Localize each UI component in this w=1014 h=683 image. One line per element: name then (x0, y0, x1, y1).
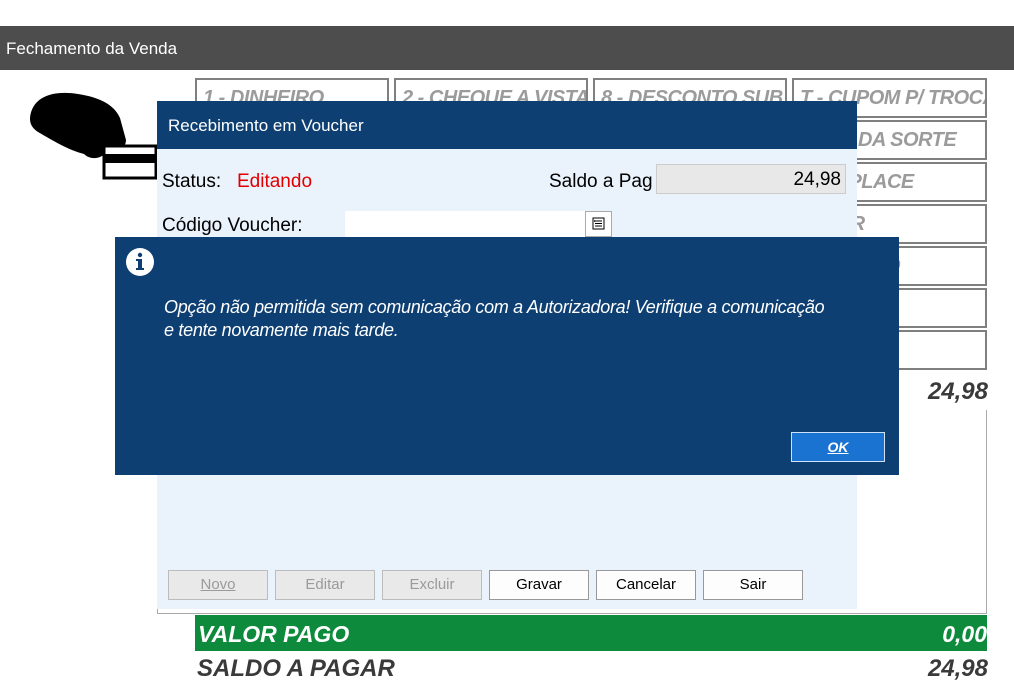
message-line-1: Opção não permitida sem comunicação com … (164, 297, 825, 317)
saldo-a-pagar-label: SALDO A PAGAR (197, 655, 395, 682)
cancelar-button[interactable]: Cancelar (596, 570, 696, 600)
sair-label: Sair (739, 576, 767, 593)
novo-button[interactable]: Novo (168, 570, 268, 600)
total-value: 24,98 (927, 378, 988, 405)
voucher-dialog-title: Recebimento em Voucher (157, 101, 857, 149)
codigo-voucher-label: Código Voucher: (162, 215, 303, 236)
list-lookup-icon (592, 217, 605, 230)
window-title: Fechamento da Venda (0, 26, 1014, 70)
valor-pago-value: 0,00 (942, 621, 987, 647)
saldo-value: 24,98 (656, 164, 846, 194)
message-line-2: e tente novamente mais tarde. (164, 320, 399, 340)
message-text: Opção não permitida sem comunicação com … (164, 296, 844, 342)
hand-payment-icon (30, 92, 158, 180)
editar-label: Editar (305, 576, 345, 593)
valor-pago-label: VALOR PAGO (198, 621, 350, 647)
status-value: Editando (237, 171, 313, 192)
editar-button[interactable]: Editar (275, 570, 375, 600)
info-icon (126, 248, 154, 276)
excluir-button[interactable]: Excluir (382, 570, 482, 600)
ok-button[interactable]: OK (791, 432, 885, 462)
status-label: Status: (162, 171, 222, 192)
excluir-label: Excluir (409, 576, 455, 593)
saldo-label: Saldo a Pag (549, 171, 653, 192)
cancelar-label: Cancelar (615, 576, 677, 593)
novo-label: Novo (200, 576, 236, 593)
codigo-voucher-input[interactable] (345, 211, 585, 237)
gravar-label: Gravar (516, 576, 562, 593)
message-box (115, 237, 899, 475)
ok-label: OK (827, 439, 849, 455)
sair-button[interactable]: Sair (703, 570, 803, 600)
voucher-lookup-button[interactable] (585, 211, 612, 237)
saldo-a-pagar-value: 24,98 (927, 655, 988, 682)
gravar-button[interactable]: Gravar (489, 570, 589, 600)
